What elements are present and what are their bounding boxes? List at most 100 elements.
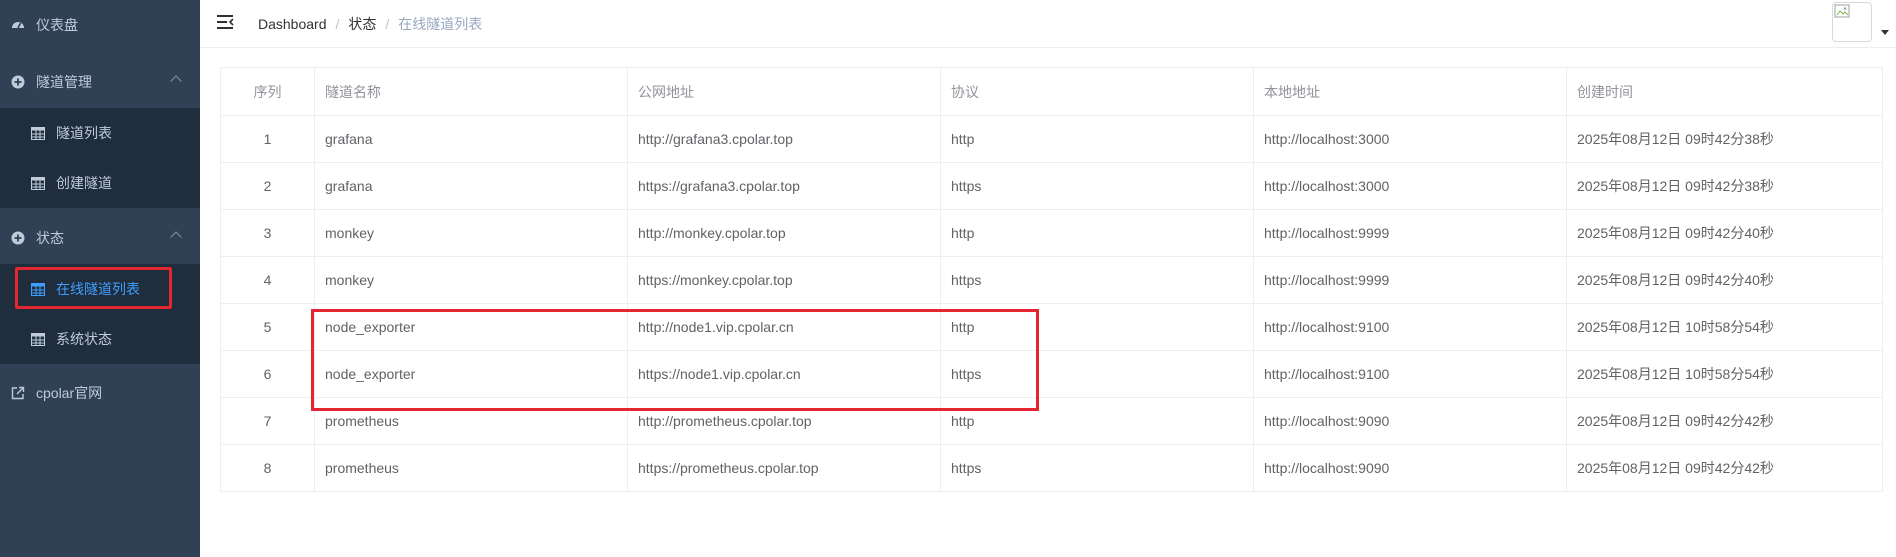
sidebar-item-label: cpolar官网 xyxy=(36,385,103,401)
sidebar-item-label: 仪表盘 xyxy=(36,17,78,33)
table-icon xyxy=(30,125,46,141)
cell-local-address: http://localhost:9999 xyxy=(1253,256,1567,304)
cell-name: grafana xyxy=(314,115,628,163)
cell-local-address: http://localhost:3000 xyxy=(1253,115,1567,163)
caret-down-icon[interactable] xyxy=(1881,30,1889,35)
cell-index: 2 xyxy=(220,162,315,210)
cell-name: monkey xyxy=(314,209,628,257)
cell-public-url: http://prometheus.cpolar.top xyxy=(627,397,941,445)
breadcrumb: Dashboard / 状态 / 在线隧道列表 xyxy=(258,14,482,34)
cell-local-address: http://localhost:9100 xyxy=(1253,303,1567,351)
sidebar-item-label: 隧道列表 xyxy=(56,125,112,141)
breadcrumb-item-status[interactable]: 状态 xyxy=(348,14,376,34)
cell-created-time: 2025年08月12日 09时42分40秒 xyxy=(1566,256,1883,304)
tunnel-table: 序列 隧道名称 公网地址 协议 本地地址 创建时间 1 grafana http… xyxy=(220,67,1883,492)
sidebar-item-label: 创建隧道 xyxy=(56,175,112,191)
sidebar-item-dashboard[interactable]: 仪表盘 xyxy=(0,0,200,50)
table-icon xyxy=(30,281,46,297)
cell-name: node_exporter xyxy=(314,303,628,351)
cell-protocol: https xyxy=(940,444,1254,492)
breadcrumb-item-dashboard[interactable]: Dashboard xyxy=(258,16,327,32)
navbar: Dashboard / 状态 / 在线隧道列表 xyxy=(200,0,1896,48)
cell-name: prometheus xyxy=(314,444,628,492)
cell-public-url: https://monkey.cpolar.top xyxy=(627,256,941,304)
sidebar: 仪表盘 隧道管理 隧道列表 创建隧道 状态 在线隧道列表 系统状态 cpolar… xyxy=(0,0,200,557)
cell-name: monkey xyxy=(314,256,628,304)
column-header-local-address: 本地地址 xyxy=(1253,67,1567,116)
sidebar-item-label: 隧道管理 xyxy=(36,74,92,90)
chevron-up-icon xyxy=(170,75,182,87)
cell-protocol: http xyxy=(940,397,1254,445)
column-header-protocol: 协议 xyxy=(940,67,1254,116)
cell-public-url: https://grafana3.cpolar.top xyxy=(627,162,941,210)
sidebar-item-system-status[interactable]: 系统状态 xyxy=(0,314,200,364)
table-row: 6 node_exporter https://node1.vip.cpolar… xyxy=(220,350,1883,398)
cell-public-url: https://prometheus.cpolar.top xyxy=(627,444,941,492)
cell-index: 5 xyxy=(220,303,315,351)
sidebar-item-status[interactable]: 状态 xyxy=(0,213,200,263)
table-row: 1 grafana http://grafana3.cpolar.top htt… xyxy=(220,115,1883,163)
cell-public-url: http://monkey.cpolar.top xyxy=(627,209,941,257)
cell-name: grafana xyxy=(314,162,628,210)
table-icon xyxy=(30,331,46,347)
plus-circle-icon xyxy=(10,230,26,246)
cell-index: 8 xyxy=(220,444,315,492)
cell-local-address: http://localhost:3000 xyxy=(1253,162,1567,210)
sidebar-item-cpolar-site[interactable]: cpolar官网 xyxy=(0,368,200,418)
sidebar-item-label: 状态 xyxy=(36,230,64,246)
cell-index: 1 xyxy=(220,115,315,163)
cell-protocol: https xyxy=(940,162,1254,210)
cell-protocol: http xyxy=(940,303,1254,351)
cell-protocol: http xyxy=(940,115,1254,163)
tunnel-table-container: 序列 隧道名称 公网地址 协议 本地地址 创建时间 1 grafana http… xyxy=(220,67,1883,492)
hamburger-icon[interactable] xyxy=(216,14,234,30)
chevron-up-icon xyxy=(170,231,182,243)
cell-created-time: 2025年08月12日 09时42分40秒 xyxy=(1566,209,1883,257)
cell-local-address: http://localhost:9100 xyxy=(1253,350,1567,398)
table-row: 5 node_exporter http://node1.vip.cpolar.… xyxy=(220,303,1883,351)
sidebar-item-label: 在线隧道列表 xyxy=(56,281,140,297)
table-row: 8 prometheus https://prometheus.cpolar.t… xyxy=(220,444,1883,492)
cell-protocol: http xyxy=(940,209,1254,257)
cell-created-time: 2025年08月12日 09时42分38秒 xyxy=(1566,115,1883,163)
avatar[interactable] xyxy=(1832,2,1872,42)
column-header-name: 隧道名称 xyxy=(314,67,628,116)
cell-public-url: https://node1.vip.cpolar.cn xyxy=(627,350,941,398)
breadcrumb-item-current: 在线隧道列表 xyxy=(398,16,483,32)
plus-circle-icon xyxy=(10,74,26,90)
sidebar-item-tunnel-list[interactable]: 隧道列表 xyxy=(0,108,200,158)
table-header-row: 序列 隧道名称 公网地址 协议 本地地址 创建时间 xyxy=(220,67,1883,116)
table-row: 4 monkey https://monkey.cpolar.top https… xyxy=(220,256,1883,304)
cell-name: prometheus xyxy=(314,397,628,445)
cell-protocol: https xyxy=(940,256,1254,304)
cell-index: 4 xyxy=(220,256,315,304)
cell-public-url: http://grafana3.cpolar.top xyxy=(627,115,941,163)
cell-public-url: http://node1.vip.cpolar.cn xyxy=(627,303,941,351)
sidebar-item-online-tunnels[interactable]: 在线隧道列表 xyxy=(0,264,200,314)
table-icon xyxy=(30,175,46,191)
cell-index: 6 xyxy=(220,350,315,398)
cell-local-address: http://localhost:9090 xyxy=(1253,397,1567,445)
cell-created-time: 2025年08月12日 10时58分54秒 xyxy=(1566,303,1883,351)
column-header-created-time: 创建时间 xyxy=(1566,67,1883,116)
breadcrumb-separator: / xyxy=(335,16,340,32)
cell-local-address: http://localhost:9999 xyxy=(1253,209,1567,257)
table-row: 2 grafana https://grafana3.cpolar.top ht… xyxy=(220,162,1883,210)
sidebar-item-create-tunnel[interactable]: 创建隧道 xyxy=(0,158,200,208)
table-row: 3 monkey http://monkey.cpolar.top http h… xyxy=(220,209,1883,257)
sidebar-item-tunnel-management[interactable]: 隧道管理 xyxy=(0,57,200,107)
cell-index: 7 xyxy=(220,397,315,445)
cell-created-time: 2025年08月12日 09时42分42秒 xyxy=(1566,397,1883,445)
external-link-icon xyxy=(10,385,26,401)
dashboard-icon xyxy=(10,17,26,33)
cell-index: 3 xyxy=(220,209,315,257)
cell-created-time: 2025年08月12日 09时42分42秒 xyxy=(1566,444,1883,492)
column-header-public-url: 公网地址 xyxy=(627,67,941,116)
broken-image-icon xyxy=(1834,4,1850,18)
column-header-index: 序列 xyxy=(220,67,315,116)
cell-name: node_exporter xyxy=(314,350,628,398)
breadcrumb-separator: / xyxy=(385,16,390,32)
cell-created-time: 2025年08月12日 09时42分38秒 xyxy=(1566,162,1883,210)
sidebar-item-label: 系统状态 xyxy=(56,331,112,347)
cell-protocol: https xyxy=(940,350,1254,398)
